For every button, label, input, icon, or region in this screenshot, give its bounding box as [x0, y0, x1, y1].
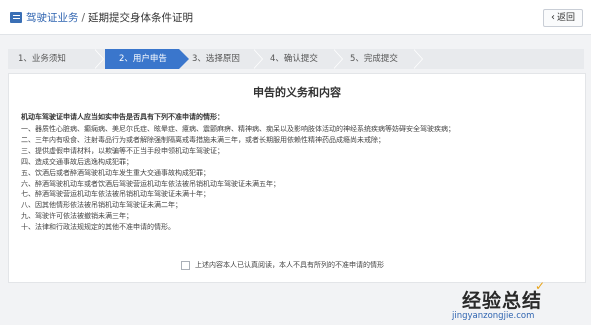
list-item: 一、器质性心脏病、癫痫病、美尼尔氏症、眩晕症、癔病、震颤麻痹、精神病、痴呆以及影… [21, 125, 455, 133]
list-item: 五、饮酒后或者醉酒驾驶机动车发生重大交通事故构成犯罪； [21, 168, 210, 177]
chevron-left-icon: ‹ [550, 12, 555, 23]
list-item: 十、法律和行政法规规定的其他不准申请的情形。 [21, 223, 175, 232]
watermark-url: jingyanzongjie.com [452, 311, 535, 321]
step-divider [333, 49, 343, 69]
list-item: 九、驾驶许可依法被撤销未满三年； [21, 212, 133, 221]
step-confirm-submit: 4、确认提交 [270, 49, 340, 69]
step-label: 1、业务须知 [18, 54, 66, 64]
step-divider [94, 49, 104, 69]
back-button-label: 返回 [556, 13, 575, 23]
step-label: 2、用户申告 [119, 54, 167, 64]
step-complete-submit: 5、完成提交 [350, 49, 420, 69]
step-progress-bar: 1、业务须知 2、用户申告 3、选择原因 4、确认提交 5、完成提交 [8, 49, 584, 69]
checkmark-icon: ✓ [535, 279, 546, 293]
step-business-notice: 1、业务须知 [8, 49, 106, 69]
step-select-reason: 3、选择原因 [190, 49, 262, 69]
declaration-list: 一、器质性心脏病、癫痫病、美尼尔氏症、眩晕症、癔病、震颤麻痹、精神病、痴呆以及影… [21, 124, 455, 233]
agree-label: 上述内容本人已认真阅读，本人不具有所列的不准申请的情形 [195, 261, 384, 269]
page: 驾驶证业务 / 延期提交身体条件证明 ‹ 返回 1、业务须知 2、用户申告 3、选择原… [0, 0, 591, 325]
step-label: 4、确认提交 [270, 54, 318, 64]
step-label: 5、完成提交 [350, 54, 398, 64]
list-item: 三、提供虚假申请材料，以欺骗等不正当手段申领机动车驾驶证； [21, 146, 224, 155]
list-item: 二、三年内有吸食、注射毒品行为或者解除强制隔离戒毒措施未满三年，或者长期服用依赖… [21, 135, 385, 144]
declaration-intro: 机动车驾驶证申请人应当如实申告是否具有下列不准申请的情形： [21, 113, 224, 121]
step-user-declaration: 2、用户申告 [105, 49, 189, 69]
step-label: 3、选择原因 [192, 54, 240, 64]
breadcrumb-separator: / [81, 12, 86, 24]
list-item: 六、醉酒驾驶机动车或者饮酒后驾驶营运机动车依法被吊销机动车驾驶证未满五年； [21, 179, 280, 188]
header-bar: 驾驶证业务 / 延期提交身体条件证明 ‹ 返回 [0, 0, 591, 35]
document-icon [10, 12, 22, 23]
breadcrumb-current: 延期提交身体条件证明 [88, 12, 194, 24]
agree-checkbox[interactable] [181, 260, 190, 270]
agree-checkbox-row[interactable]: 上述内容本人已认真阅读，本人不具有所列的不准申请的情形 [181, 260, 384, 270]
step-divider [413, 49, 423, 69]
watermark-logo-text: 经验总结 [462, 290, 543, 312]
breadcrumb-link-driving-license[interactable]: 驾驶证业务 [26, 12, 79, 24]
breadcrumb: 驾驶证业务 / 延期提交身体条件证明 [26, 10, 193, 25]
back-button[interactable]: ‹ 返回 [542, 9, 583, 27]
list-item: 八、因其他情形依法被吊销机动车驾驶证未满二年； [21, 201, 182, 210]
list-item: 四、造成交通事故后逃逸构成犯罪； [21, 157, 133, 166]
declaration-panel: 申告的义务和内容 机动车驾驶证申请人应当如实申告是否具有下列不准申请的情形： 一… [8, 73, 586, 283]
step-divider [253, 49, 263, 69]
panel-title: 申告的义务和内容 [253, 86, 341, 99]
list-item: 七、醉酒驾驶营运机动车依法被吊销机动车驾驶证未满十年； [21, 190, 210, 199]
